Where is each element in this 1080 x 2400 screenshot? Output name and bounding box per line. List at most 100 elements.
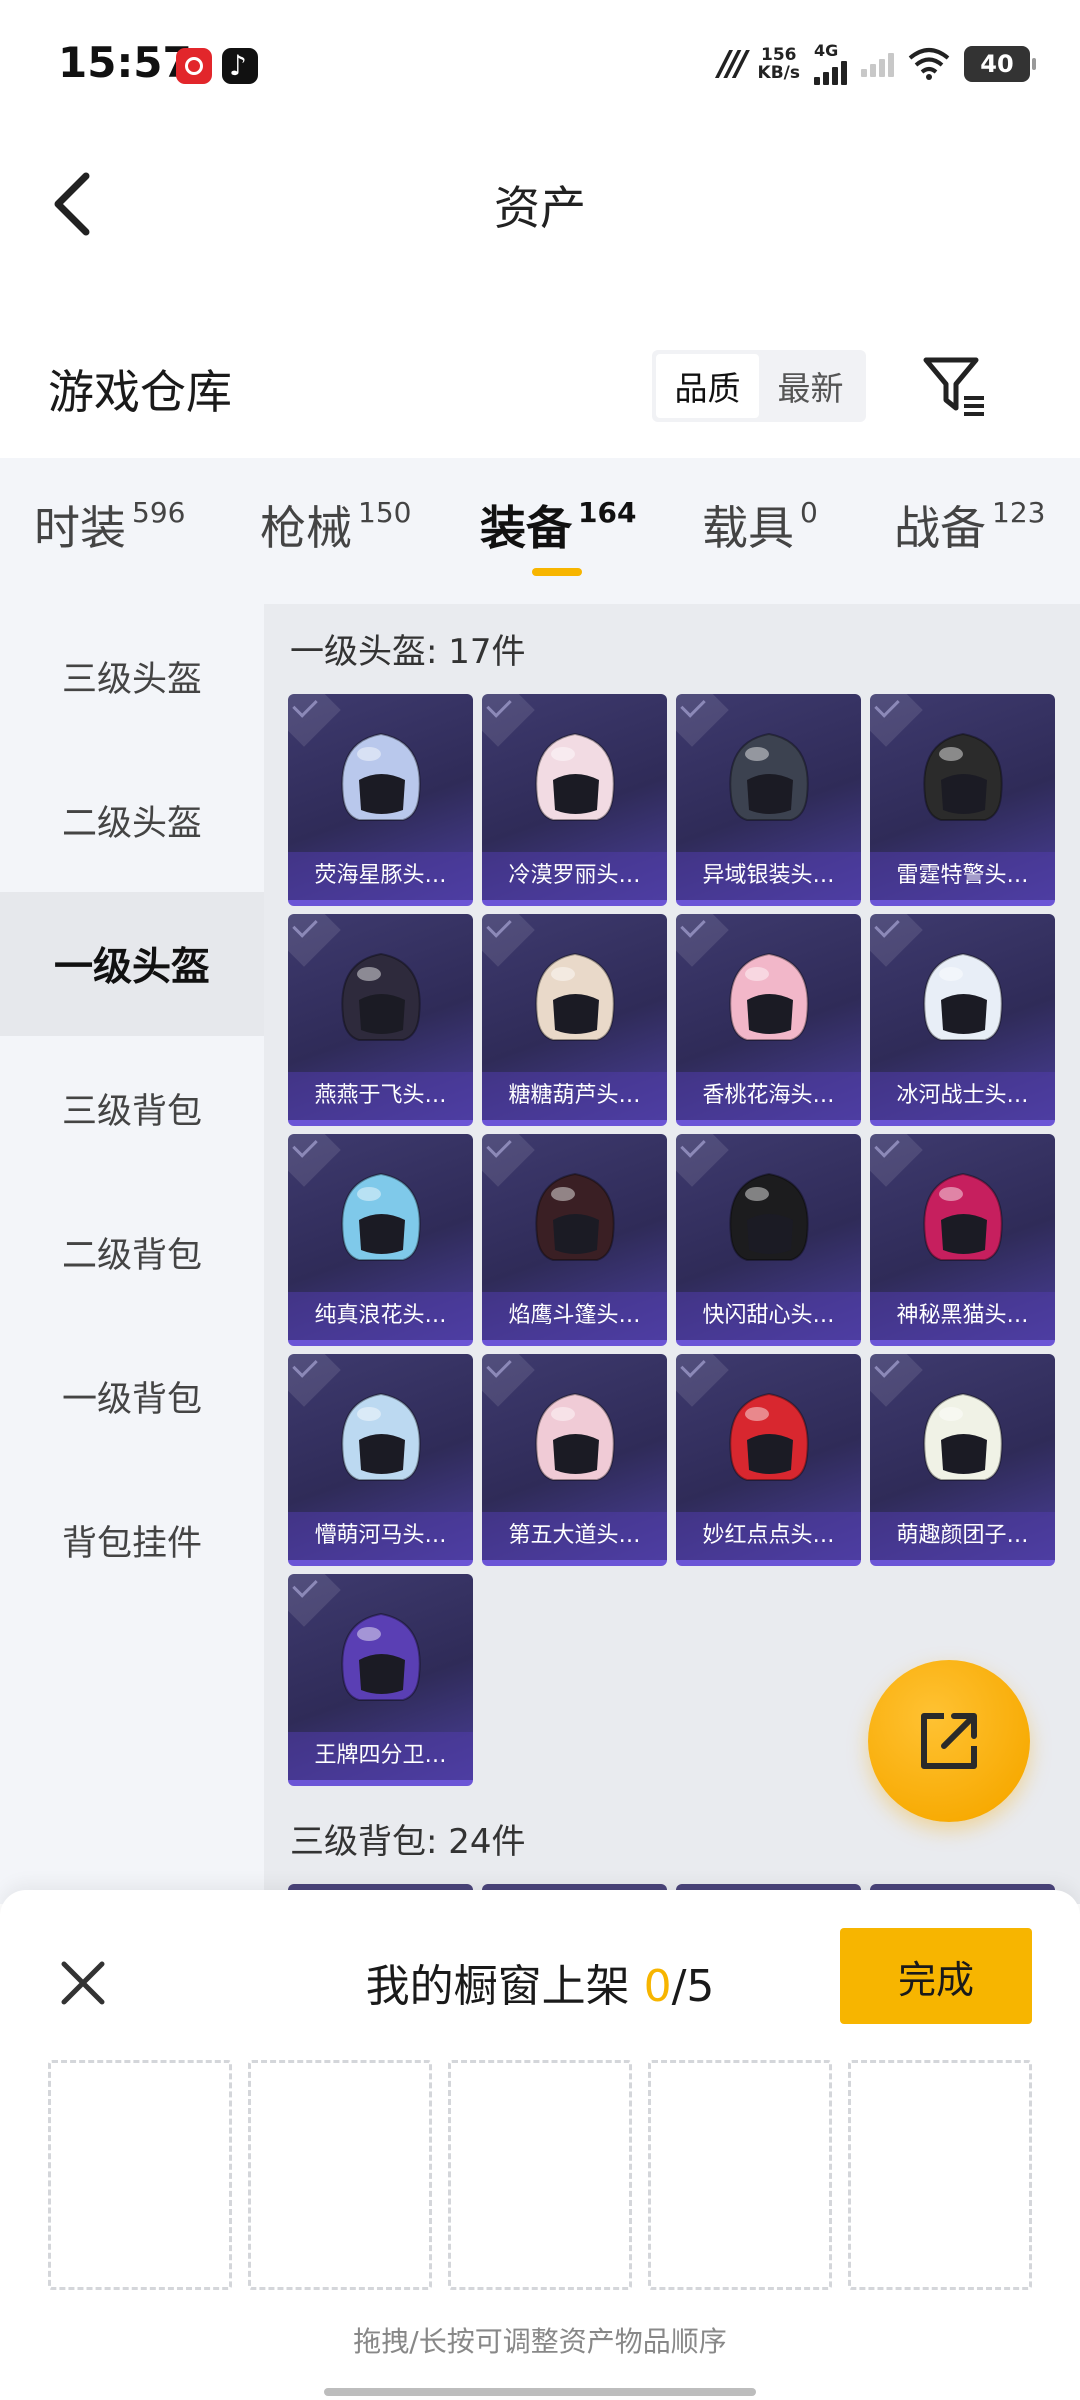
section-title: 三级背包: 24件 [290, 1822, 526, 1862]
sort-toggle: 品质 最新 [652, 350, 866, 422]
item-card[interactable]: 萌趣颜团子… [870, 1354, 1055, 1566]
helmet-icon [729, 732, 809, 821]
active-tab-indicator [532, 568, 582, 576]
sidebar-item-level1-backpack[interactable]: 一级背包 [0, 1324, 264, 1468]
helmet-icon [341, 732, 421, 821]
home-indicator[interactable] [324, 2388, 756, 2396]
tab-label: 枪械 [260, 501, 352, 555]
subcategory-sidebar: 三级头盔 二级头盔 一级头盔 三级背包 二级背包 一级背包 背包挂件 [0, 604, 264, 1904]
item-card[interactable]: 荧海星豚头… [288, 694, 473, 906]
item-card[interactable]: 雷霆特警头… [870, 694, 1055, 906]
share-button[interactable] [868, 1660, 1030, 1822]
helmet-icon [341, 1172, 421, 1261]
section-title: 一级头盔: 17件 [290, 632, 526, 672]
helmet-icon [923, 952, 1003, 1041]
sidebar-item-backpack-pendant[interactable]: 背包挂件 [0, 1468, 264, 1612]
network-speed-value: 156 [761, 45, 797, 65]
sidebar-item-level3-backpack[interactable]: 三级背包 [0, 1036, 264, 1180]
check-icon [680, 1134, 706, 1158]
item-card-name: 冷漠罗丽头… [482, 852, 667, 900]
item-card[interactable]: 冰河战士头… [870, 914, 1055, 1126]
status-bar: 15:57 /// 156 KB/s 4G 40 [0, 0, 1080, 130]
page-title: 资产 [494, 181, 586, 235]
item-card[interactable]: 快闪甜心头… [676, 1134, 861, 1346]
tab-firearms[interactable]: 枪械 150 [260, 498, 411, 558]
item-card-name: 王牌四分卫… [288, 1732, 473, 1780]
item-card[interactable]: 懵萌河马头… [288, 1354, 473, 1566]
network-type: 4G [814, 41, 839, 60]
item-card[interactable]: 纯真浪花头… [288, 1134, 473, 1346]
tab-count: 150 [358, 496, 412, 529]
item-card-name: 萌趣颜团子… [870, 1512, 1055, 1560]
item-card-name: 雷霆特警头… [870, 852, 1055, 900]
check-icon [680, 1354, 706, 1378]
showcase-sheet: 我的橱窗上架 0/5 完成 拖拽/长按可调整资产物品顺序 [0, 1890, 1080, 2400]
check-icon [874, 694, 900, 718]
check-icon [292, 1354, 318, 1378]
tab-fashion[interactable]: 时装 596 [34, 498, 185, 558]
item-card-name: 焰鹰斗篷头… [482, 1292, 667, 1340]
helmet-icon [923, 1392, 1003, 1481]
sidebar-item-level3-helmet[interactable]: 三级头盔 [0, 604, 264, 748]
item-card[interactable]: 糖糖葫芦头… [482, 914, 667, 1126]
helmet-icon [729, 1392, 809, 1481]
helmet-icon [535, 1392, 615, 1481]
tab-count: 596 [132, 496, 186, 529]
check-icon [486, 1134, 512, 1158]
item-card[interactable]: 冷漠罗丽头… [482, 694, 667, 906]
status-icons: /// 156 KB/s 4G 40 [718, 42, 1036, 86]
tab-vehicles[interactable]: 载具 0 [702, 498, 818, 558]
showcase-slot[interactable] [448, 2060, 632, 2290]
sort-option-newest[interactable]: 最新 [759, 354, 862, 418]
item-card[interactable]: 神秘黑猫头… [870, 1134, 1055, 1346]
check-icon [486, 1354, 512, 1378]
sidebar-item-level2-helmet[interactable]: 二级头盔 [0, 748, 264, 892]
sidebar-item-level1-helmet[interactable]: 一级头盔 [0, 892, 264, 1036]
showcase-slot[interactable] [248, 2060, 432, 2290]
check-icon [874, 1354, 900, 1378]
item-card-name: 冰河战士头… [870, 1072, 1055, 1120]
tab-label: 载具 [702, 501, 794, 555]
sidebar-item-level2-backpack[interactable]: 二级背包 [0, 1180, 264, 1324]
check-icon [874, 914, 900, 938]
showcase-slot[interactable] [48, 2060, 232, 2290]
item-card-name: 荧海星豚头… [288, 852, 473, 900]
network-speed: 156 KB/s [758, 46, 800, 82]
check-icon [292, 1134, 318, 1158]
showcase-slot[interactable] [648, 2060, 832, 2290]
battery-level: 40 [980, 50, 1014, 78]
done-button[interactable]: 完成 [840, 1928, 1032, 2024]
signal-icon: 4G [814, 43, 847, 85]
item-card[interactable]: 香桃花海头… [676, 914, 861, 1126]
helmet-icon [729, 1172, 809, 1261]
item-card[interactable]: 异域银装头… [676, 694, 861, 906]
item-card[interactable]: 燕燕于飞头… [288, 914, 473, 1126]
filter-icon[interactable] [920, 352, 988, 420]
tab-label: 战备 [894, 501, 986, 555]
helmet-icon [535, 732, 615, 821]
tab-supplies[interactable]: 战备 123 [894, 498, 1045, 558]
check-icon [680, 694, 706, 718]
item-card[interactable]: 王牌四分卫… [288, 1574, 473, 1786]
helmet-icon [923, 732, 1003, 821]
item-card-name: 第五大道头… [482, 1512, 667, 1560]
network-speed-unit: KB/s [757, 63, 800, 83]
showcase-slot[interactable] [848, 2060, 1032, 2290]
wifi-icon [908, 48, 950, 80]
share-external-icon [921, 1713, 977, 1769]
item-card-name: 异域银装头… [676, 852, 861, 900]
item-card[interactable]: 妙红点点头… [676, 1354, 861, 1566]
battery-icon: 40 [964, 46, 1036, 82]
sort-option-quality[interactable]: 品质 [656, 354, 759, 418]
item-card[interactable]: 第五大道头… [482, 1354, 667, 1566]
check-icon [486, 914, 512, 938]
reorder-hint: 拖拽/长按可调整资产物品顺序 [353, 2325, 727, 2358]
tab-count: 0 [800, 496, 818, 529]
helmet-icon [341, 952, 421, 1041]
vpn-icon: /// [718, 44, 747, 84]
item-card[interactable]: 焰鹰斗篷头… [482, 1134, 667, 1346]
category-tabs: 时装 596 枪械 150 装备 164 载具 0 战备 123 [0, 458, 1080, 604]
item-card-name: 懵萌河马头… [288, 1512, 473, 1560]
tab-count: 123 [992, 496, 1046, 529]
tab-equipment[interactable]: 装备 164 [480, 498, 636, 558]
